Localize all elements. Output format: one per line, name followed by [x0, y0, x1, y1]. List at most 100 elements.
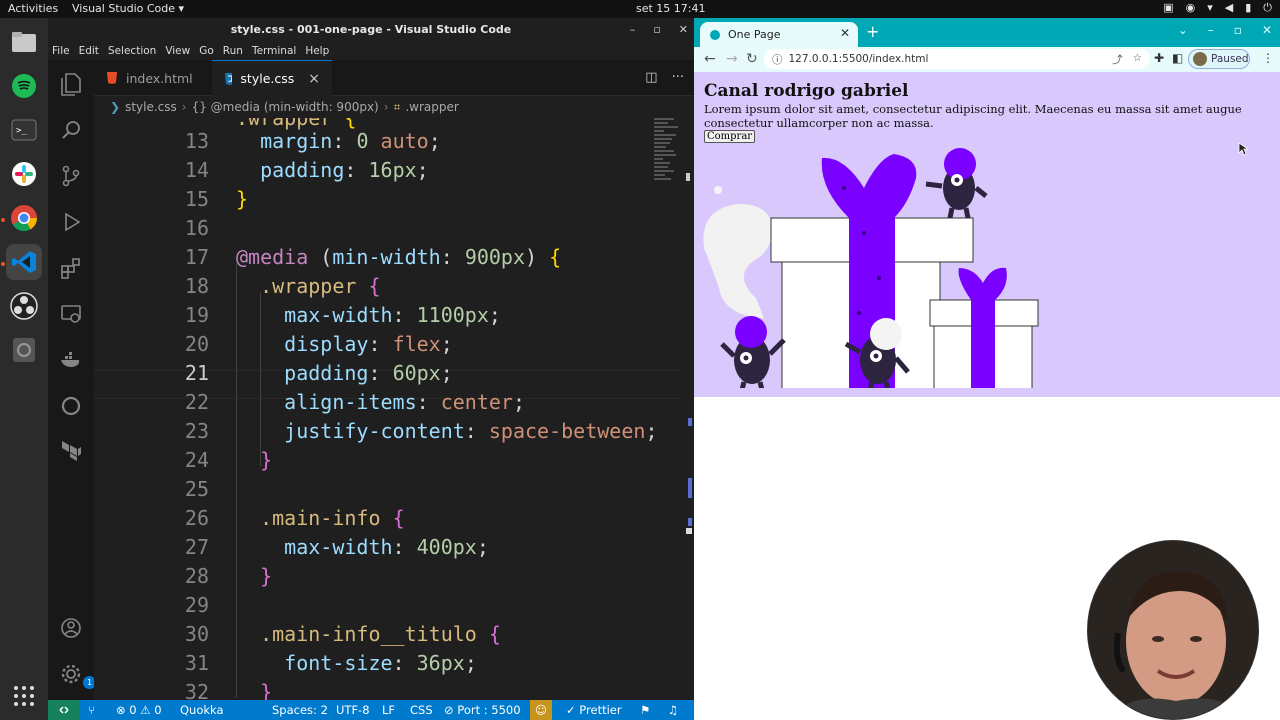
site-info-icon[interactable]: ⓘ	[772, 52, 783, 67]
window-title: style.css - 001-one-page - Visual Studio…	[48, 18, 694, 42]
source-control-icon[interactable]	[59, 164, 83, 188]
code-line: 27 max-width: 400px;	[94, 533, 654, 562]
wifi-icon[interactable]: ▾	[1207, 1, 1213, 15]
menu-selection[interactable]: Selection	[108, 42, 156, 60]
line-number: 17	[184, 245, 209, 269]
extensions-icon[interactable]	[59, 256, 83, 280]
notifications-bell-icon[interactable]: ♫	[668, 703, 678, 717]
disk-icon[interactable]	[6, 332, 42, 368]
maximize-icon[interactable]: ▫	[1234, 23, 1242, 37]
tab-label: index.html	[126, 70, 193, 86]
new-tab-icon[interactable]: +	[866, 22, 879, 41]
language-mode[interactable]: CSS	[410, 703, 433, 717]
battery-icon[interactable]: ▮	[1245, 1, 1251, 15]
page-heading: Canal rodrigo gabriel	[704, 81, 909, 101]
activities-button[interactable]: Activities	[8, 2, 58, 15]
encoding-status[interactable]: UTF-8	[336, 703, 370, 717]
docker-icon[interactable]	[59, 348, 83, 372]
close-icon[interactable]: ✕	[1262, 23, 1272, 37]
system-tray[interactable]: ▣ ◉ ▾ ◀ ▮ ⏻	[1163, 1, 1272, 15]
remote-indicator-icon[interactable]	[48, 700, 80, 720]
slack-icon[interactable]	[6, 156, 42, 192]
clock[interactable]: set 15 17:41	[636, 2, 706, 15]
code-line: 26 .main-info {	[94, 504, 654, 533]
close-tab-icon[interactable]: ✕	[840, 26, 850, 40]
show-apps-icon[interactable]	[6, 678, 42, 714]
run-debug-icon[interactable]	[59, 210, 83, 234]
tab-style-css[interactable]: style.css ×	[212, 60, 332, 96]
maximize-icon[interactable]: ▫	[653, 18, 660, 42]
quokka-status[interactable]: Quokka	[180, 703, 224, 717]
menu-edit[interactable]: Edit	[79, 42, 99, 60]
prettier-status[interactable]: ✓ Prettier	[566, 703, 622, 717]
menu-view[interactable]: View	[165, 42, 190, 60]
page-paragraph: Lorem ipsum dolor sit amet, consectetur …	[704, 102, 1242, 130]
tab-index-html[interactable]: index.html	[94, 60, 212, 96]
code-line: 32 }	[94, 678, 654, 700]
minimize-icon[interactable]: –	[630, 18, 636, 42]
feedback-icon[interactable]: ⚑	[640, 703, 650, 717]
browser-tab-one-page[interactable]: One Page ✕	[700, 22, 858, 47]
remote-explorer-icon[interactable]	[59, 302, 83, 326]
line-number: 26	[184, 506, 209, 530]
screenshot-icon[interactable]: ▣	[1163, 1, 1173, 15]
side-panel-icon[interactable]: ◧	[1172, 51, 1183, 65]
power-icon[interactable]: ⏻	[1263, 1, 1272, 15]
problems-indicator[interactable]: ⊗ 0 ⚠ 0	[116, 703, 162, 717]
menu-run[interactable]: Run	[223, 42, 243, 60]
volume-icon[interactable]: ◀	[1225, 1, 1233, 15]
accounts-icon[interactable]	[59, 616, 83, 640]
explorer-icon[interactable]	[59, 72, 83, 96]
line-number: 13	[184, 129, 209, 153]
menu-terminal[interactable]: Terminal	[252, 42, 296, 60]
close-icon[interactable]: ✕	[679, 18, 688, 42]
editor-tabs: index.html style.css × ◫ ···	[94, 60, 694, 96]
files-icon[interactable]	[6, 24, 42, 60]
breadcrumb-selector[interactable]: .wrapper	[405, 100, 458, 114]
git-branch-icon[interactable]: ⑂	[88, 703, 95, 717]
indentation-status[interactable]: Spaces: 2	[272, 703, 328, 717]
menu-file[interactable]: File	[52, 42, 70, 60]
line-number: 22	[184, 390, 209, 414]
vscode-icon[interactable]	[6, 244, 42, 280]
profile-status: Paused	[1211, 53, 1249, 65]
tab-close-icon[interactable]: ×	[308, 71, 320, 87]
breadcrumb-file[interactable]: style.css	[125, 100, 177, 114]
url-text: 127.0.0.1:5500/index.html	[788, 53, 929, 65]
back-icon[interactable]: ←	[704, 51, 716, 67]
menu-go[interactable]: Go	[199, 42, 214, 60]
settings-gear-icon[interactable]: 1	[59, 662, 96, 689]
address-bar[interactable]: ⓘ 127.0.0.1:5500/index.html ⤴ ☆	[764, 49, 1150, 69]
chrome-menu-icon[interactable]: ⋮	[1262, 51, 1274, 65]
tab-search-icon[interactable]: ⌄	[1178, 23, 1188, 37]
github-icon[interactable]	[59, 394, 83, 418]
profile-paused-chip[interactable]: Paused	[1188, 49, 1250, 69]
obs-icon[interactable]	[6, 288, 42, 324]
live-server-port[interactable]: ⊘ Port : 5500	[444, 703, 521, 717]
code-line: 15}	[94, 185, 654, 214]
terraform-icon[interactable]	[59, 438, 83, 462]
gift-illustration	[703, 148, 1039, 388]
breadcrumb-media[interactable]: {} @media (min-width: 900px)	[192, 100, 379, 114]
chrome-icon[interactable]	[6, 200, 42, 236]
line-number: 31	[184, 651, 209, 675]
share-icon[interactable]: ⤴	[1112, 52, 1123, 67]
bookmark-star-icon[interactable]: ☆	[1133, 52, 1142, 67]
terminal-icon[interactable]: >_	[6, 112, 42, 148]
spotify-icon[interactable]	[6, 68, 42, 104]
search-icon[interactable]	[59, 118, 83, 142]
menu-help[interactable]: Help	[305, 42, 329, 60]
reload-icon[interactable]: ↻	[746, 51, 758, 67]
app-menu[interactable]: Visual Studio Code ▾	[72, 2, 184, 15]
minimize-icon[interactable]: –	[1208, 23, 1214, 37]
code-editor[interactable]: .wrapper { 13 margin: 0 auto; 14 padding…	[94, 118, 694, 700]
editor-scrollbar[interactable]	[682, 118, 694, 700]
split-editor-icon[interactable]: ◫	[645, 70, 657, 85]
copilot-icon[interactable]: ☺	[530, 700, 552, 720]
minimap[interactable]	[654, 118, 682, 208]
chrome-tray-icon[interactable]: ◉	[1186, 1, 1196, 15]
eol-status[interactable]: LF	[382, 703, 395, 717]
extensions-puzzle-icon[interactable]: ✚	[1154, 51, 1164, 65]
forward-icon[interactable]: →	[726, 51, 738, 67]
more-actions-icon[interactable]: ···	[672, 70, 684, 85]
